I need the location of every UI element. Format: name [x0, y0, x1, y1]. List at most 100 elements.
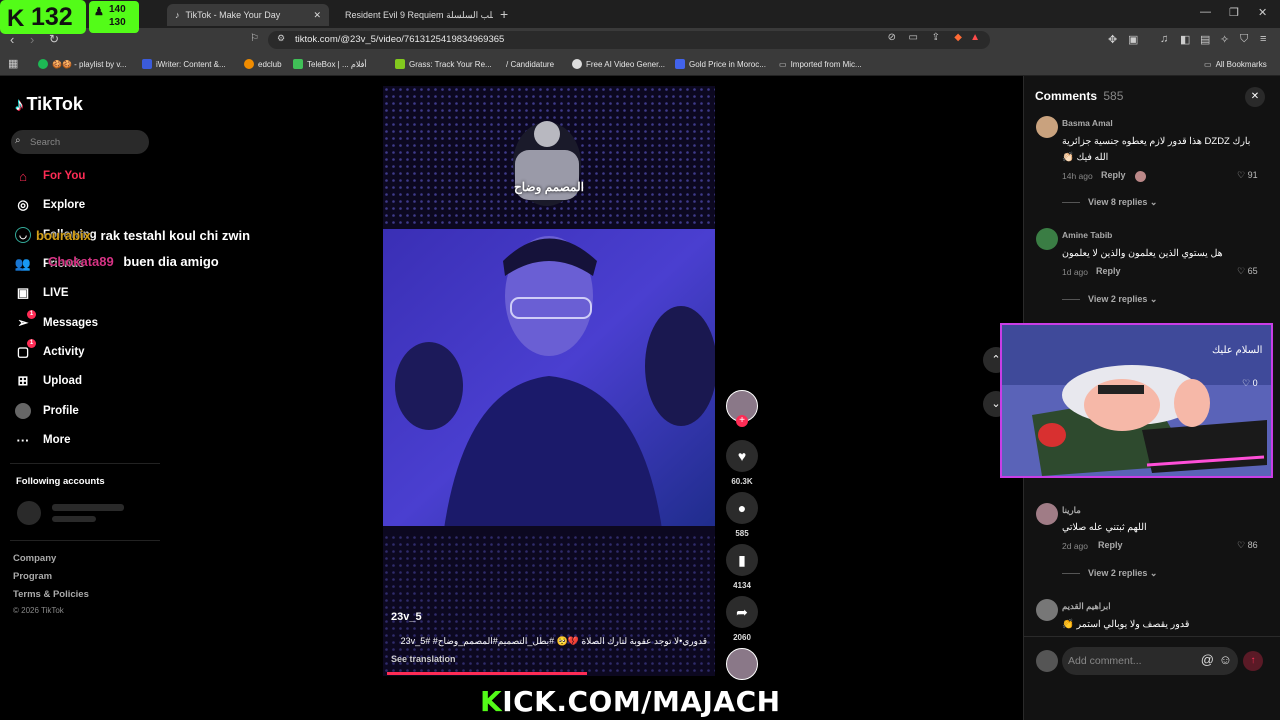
reply-button[interactable]: Reply — [1101, 170, 1126, 180]
menu-icon[interactable]: ≡ — [1260, 33, 1266, 45]
minimize-icon[interactable]: — — [1200, 6, 1211, 18]
heart-icon: ♥ — [737, 448, 747, 464]
gold-price-icon — [675, 59, 685, 69]
bookmark-item[interactable]: 🍪🍪 - playlist by v... — [38, 57, 126, 71]
leo-ai-icon[interactable]: ✧ — [1220, 33, 1229, 46]
close-comments-icon[interactable]: ✕ — [1245, 87, 1265, 107]
heart-outline-icon: ♡ — [1237, 266, 1246, 276]
vpn-icon[interactable]: ⛉ — [1240, 33, 1248, 46]
reply-button[interactable]: Reply — [1096, 266, 1121, 276]
avatar[interactable] — [1036, 503, 1058, 525]
like-button[interactable]: ♥ — [726, 440, 758, 472]
nav-upload[interactable]: ⊞ Upload — [15, 370, 82, 392]
restore-icon[interactable]: ❐ — [1229, 6, 1239, 19]
bookmark-item[interactable]: edclub — [244, 57, 282, 71]
search-input[interactable]: ⌕ Search — [11, 130, 149, 154]
bookmark-icon[interactable]: ⚐ — [250, 33, 259, 44]
sidebar-icon[interactable]: ◧ — [1180, 33, 1190, 46]
bookmark-item[interactable]: TeleBox | ... أفلام — [293, 57, 367, 71]
add-comment-input[interactable]: Add comment... @ ☺ — [1062, 647, 1238, 675]
save-button[interactable]: ▮ — [726, 544, 758, 576]
nav-more[interactable]: ··· More — [15, 429, 71, 451]
cast-icon[interactable]: ▭ — [909, 32, 918, 43]
following-icon: ◡ — [15, 227, 31, 243]
brave-shields-icon[interactable]: ◆ — [954, 32, 962, 43]
video-player[interactable]: المصمم وضاح 23v_5 قدوري•لا توجد عقوبة لت… — [383, 86, 715, 676]
close-window-icon[interactable]: ✕ — [1258, 6, 1267, 19]
bookmark-folder[interactable]: ▭ Imported from Mic... — [779, 57, 862, 71]
post-comment-button[interactable]: ↑ — [1243, 651, 1263, 671]
video-frame — [383, 86, 715, 676]
skeleton-line — [52, 516, 96, 522]
home-icon: ⌂ — [19, 168, 27, 184]
footer-link-company[interactable]: Company — [13, 553, 56, 564]
video-caption: قدوري•لا توجد عقوبة لتارك الصلاة 💔🥺 #بطل… — [400, 636, 707, 646]
url-input[interactable]: ⚙ tiktok.com/@23v_5/video/76131254198349… — [268, 31, 990, 49]
comment-author[interactable]: Basma Amal — [1062, 118, 1113, 128]
footer-link-terms[interactable]: Terms & Policies — [13, 589, 89, 600]
nav-profile[interactable]: Profile — [15, 400, 79, 422]
more-icon: ··· — [16, 432, 30, 448]
comment-author[interactable]: ابراهيم القديم — [1062, 601, 1111, 612]
all-bookmarks-folder[interactable]: ▭ All Bookmarks — [1204, 57, 1267, 71]
video-overlay-title: المصمم وضاح — [514, 180, 584, 194]
comment-like[interactable]: ♡ 86 — [1237, 540, 1258, 551]
reload-icon[interactable]: ↻ — [49, 32, 59, 46]
video-author[interactable]: 23v_5 — [391, 611, 422, 623]
nav-activity[interactable]: ▢ 1 Activity — [15, 339, 85, 363]
bookmark-item[interactable]: iWriter: Content &... — [142, 57, 226, 71]
share-icon[interactable]: ⇪ — [932, 32, 940, 43]
chevron-down-icon: ⌄ — [1149, 197, 1158, 207]
music-disc-avatar[interactable] — [726, 648, 758, 680]
comment-button[interactable]: ● — [726, 492, 758, 524]
bookmark-item[interactable]: Grass: Track Your Re... — [395, 57, 492, 71]
view-replies-button[interactable]: View 8 replies ⌄ — [1062, 197, 1157, 208]
avatar[interactable] — [1036, 599, 1058, 621]
chevron-down-icon: ⌄ — [1149, 294, 1158, 304]
emoji-icon[interactable]: ☺ — [1219, 652, 1232, 667]
nav-explore[interactable]: ◎ Explore — [15, 194, 85, 216]
footer-link-program[interactable]: Program — [13, 571, 52, 582]
bookmark-item[interactable]: / Candidature — [506, 57, 554, 71]
bookmark-item[interactable]: Gold Price in Moroc... — [675, 57, 766, 71]
comment-text: بارك DZDZ هذا قدور لازم يعطوه جنسية جزائ… — [1062, 136, 1251, 147]
apps-grid-icon[interactable]: ▦ — [8, 57, 18, 70]
share-button[interactable]: ➦ — [726, 596, 758, 628]
folder-icon: ▭ — [1204, 59, 1212, 69]
back-icon[interactable]: ‹ — [10, 32, 14, 47]
nav-for-you[interactable]: ⌂ For You — [15, 165, 85, 187]
screenshot-icon[interactable]: ▣ — [1128, 33, 1138, 46]
eye-off-icon[interactable]: ⊘ — [888, 32, 896, 43]
wallet-icon[interactable]: ▤ — [1200, 33, 1210, 46]
nav-live[interactable]: ▣ LIVE — [15, 282, 69, 304]
extensions-icon[interactable]: ✥ — [1108, 33, 1117, 46]
tiktok-logo[interactable]: ♪ TikTok — [15, 94, 83, 115]
new-tab-icon[interactable]: + — [500, 6, 508, 22]
bookmark-item[interactable]: Free AI Video Gener... — [572, 57, 665, 71]
comment-text: هل يستوي الذين يعلمون والذين لا يعلمون — [1062, 248, 1223, 259]
nav-messages[interactable]: ➢ 1 Messages — [15, 310, 98, 334]
music-icon[interactable]: ♫ — [1160, 33, 1168, 45]
avatar[interactable] — [1036, 228, 1058, 250]
reply-button[interactable]: Reply — [1098, 540, 1123, 550]
chevron-down-icon: ⌄ — [1149, 568, 1158, 578]
video-progress-bar[interactable] — [387, 672, 587, 675]
view-replies-button[interactable]: View 2 replies ⌄ — [1062, 294, 1157, 305]
follow-plus-icon[interactable]: + — [736, 415, 748, 427]
mention-icon[interactable]: @ — [1201, 652, 1214, 667]
site-info-icon[interactable]: ⚙ — [277, 33, 285, 44]
view-replies-button[interactable]: View 2 replies ⌄ — [1062, 568, 1157, 579]
avatar[interactable] — [1036, 116, 1058, 138]
comment-like[interactable]: ♡ 65 — [1237, 266, 1258, 277]
tab-resident-evil[interactable]: Resident Evil 9 Requiem قلب السلسلة — [331, 4, 493, 26]
viewer-count-badge: K 132 — [0, 0, 86, 34]
close-tab-icon[interactable]: ✕ — [313, 10, 321, 21]
comment-author[interactable]: Amine Tabib — [1062, 230, 1112, 240]
brave-rewards-icon[interactable]: ▲ — [970, 32, 980, 43]
comment-like[interactable]: ♡ 91 — [1237, 170, 1258, 181]
see-translation-link[interactable]: See translation — [391, 654, 456, 664]
chat-text: rak testahl koul chi zwin — [100, 228, 251, 243]
forward-icon[interactable]: › — [30, 32, 34, 47]
tab-tiktok[interactable]: ♪ TikTok - Make Your Day ✕ — [167, 4, 329, 26]
comment-author[interactable]: مارينا — [1062, 505, 1081, 516]
